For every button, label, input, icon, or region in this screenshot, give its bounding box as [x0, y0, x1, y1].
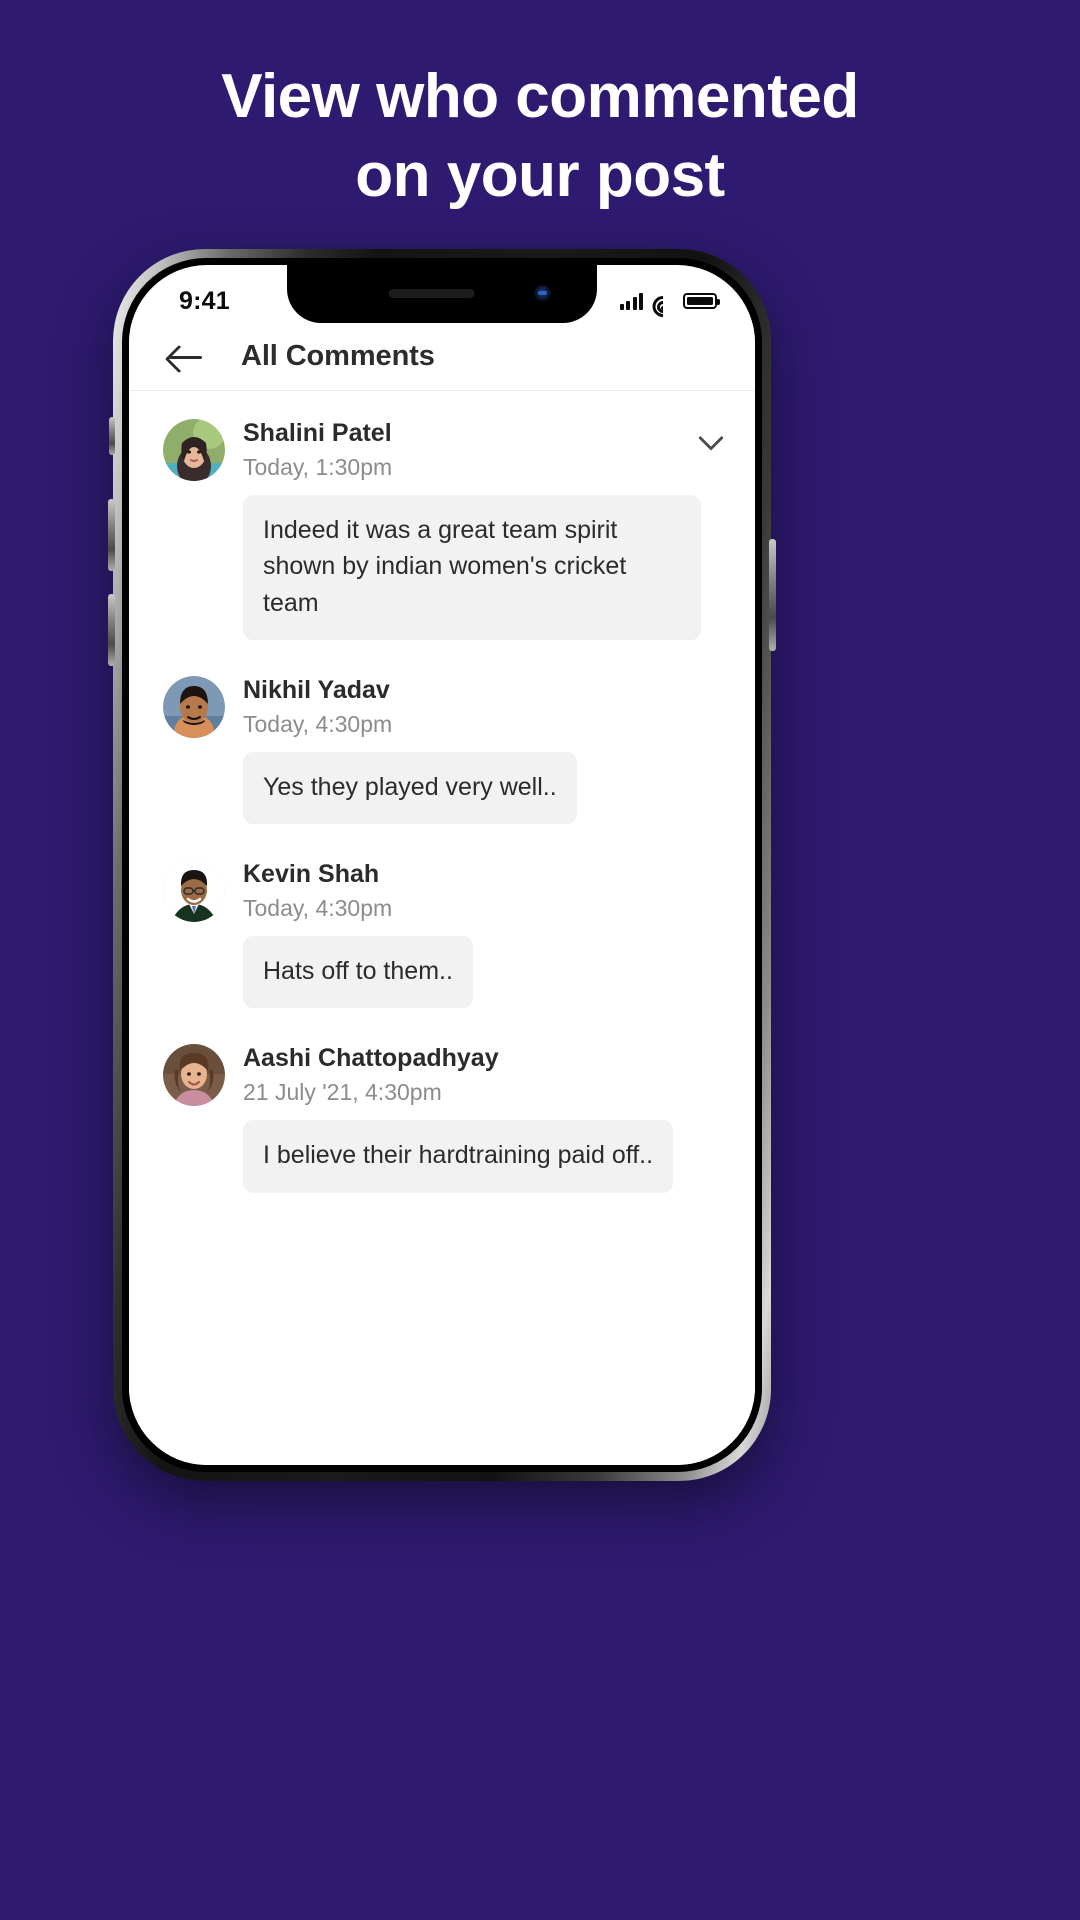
phone-mockup: 9:41 All Comments Shalini Patel Today, 1…: [108, 249, 776, 1481]
comment-author: Shalini Patel: [243, 419, 392, 447]
app-header: All Comments: [129, 323, 755, 391]
comment-item[interactable]: Shalini Patel Today, 1:30pm Indeed it wa…: [129, 417, 755, 640]
comment-meta: Kevin Shah Today, 4:30pm: [243, 858, 725, 921]
comment-meta: Aashi Chattopadhyay 21 July '21, 4:30pm: [243, 1042, 725, 1105]
avatar: [163, 675, 225, 738]
comment-header: Shalini Patel Today, 1:30pm: [163, 417, 725, 481]
signal-bars-icon: [619, 292, 643, 310]
headline-line-1: View who commented: [221, 62, 859, 131]
phone-bezel: 9:41 All Comments Shalini Patel Today, 1…: [122, 258, 762, 1472]
comment-meta: Shalini Patel Today, 1:30pm: [243, 417, 699, 480]
wifi-icon: [648, 291, 678, 321]
mute-switch[interactable]: [109, 417, 115, 455]
battery-full-icon: [683, 293, 720, 309]
comment-meta: Nikhil Yadav Today, 4:30pm: [243, 674, 725, 737]
comment-timestamp: Today, 1:30pm: [243, 453, 393, 480]
comment-text: Indeed it was a great team spirit shown …: [243, 495, 701, 640]
power-button[interactable]: [769, 539, 776, 651]
volume-up-button[interactable]: [108, 499, 115, 571]
comment-header: Kevin Shah Today, 4:30pm: [163, 858, 725, 922]
comment-timestamp: Today, 4:30pm: [243, 710, 393, 737]
comment-text: I believe their hardtraining paid off..: [243, 1120, 674, 1193]
headline-line-2: on your post: [355, 140, 725, 210]
comment-list[interactable]: Shalini Patel Today, 1:30pm Indeed it wa…: [129, 391, 755, 1465]
comment-item[interactable]: Kevin Shah Today, 4:30pm Hats off to the…: [129, 858, 755, 1009]
arrow-left-icon[interactable]: [169, 344, 205, 370]
comment-header: Aashi Chattopadhyay 21 July '21, 4:30pm: [163, 1042, 725, 1107]
status-time: 9:41: [179, 286, 230, 315]
status-bar: 9:41: [129, 265, 755, 323]
avatar: [163, 419, 225, 481]
app-title: All Comments: [241, 340, 435, 372]
comment-timestamp: Today, 4:30pm: [243, 894, 393, 921]
comment-text: Yes they played very well..: [243, 751, 577, 824]
comment-item[interactable]: Aashi Chattopadhyay 21 July '21, 4:30pm …: [129, 1042, 755, 1193]
status-icons: [619, 291, 720, 321]
comment-timestamp: 21 July '21, 4:30pm: [243, 1079, 442, 1105]
promo-screenshot: View who commented on your post 9:41 All…: [0, 0, 1080, 1920]
comment-text: Hats off to them..: [243, 936, 473, 1009]
page-title: View who commented on your post: [0, 58, 1080, 215]
chevron-down-icon[interactable]: [699, 425, 725, 451]
phone-screen: 9:41 All Comments Shalini Patel Today, 1…: [129, 265, 755, 1465]
comment-header: Nikhil Yadav Today, 4:30pm: [163, 674, 725, 738]
comment-author: Kevin Shah: [243, 860, 380, 888]
comment-author: Aashi Chattopadhyay: [243, 1044, 499, 1073]
comment-author: Nikhil Yadav: [243, 675, 390, 704]
avatar: [163, 1044, 225, 1107]
volume-down-button[interactable]: [108, 594, 115, 666]
avatar: [163, 860, 225, 922]
comment-item[interactable]: Nikhil Yadav Today, 4:30pm Yes they play…: [129, 674, 755, 824]
